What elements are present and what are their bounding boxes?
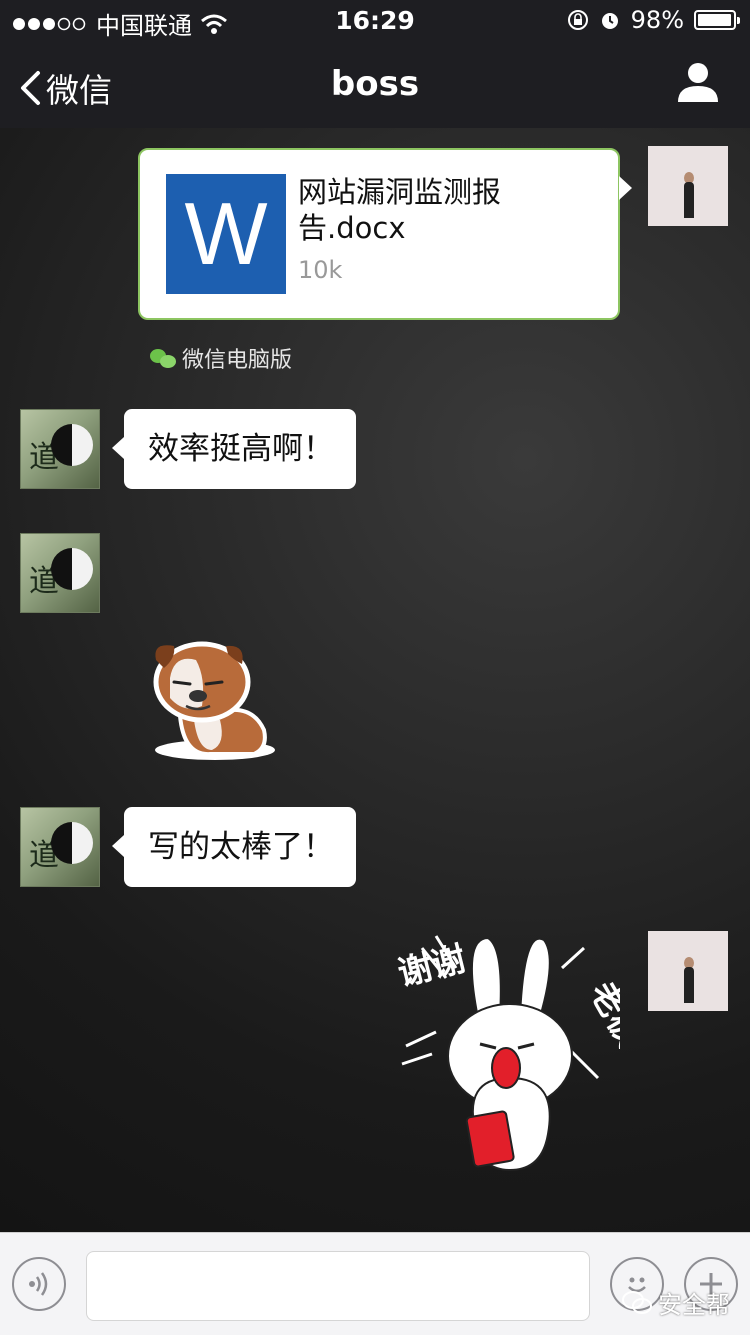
nav-bar: 微信 boss [0, 44, 750, 128]
word-document-icon: W [166, 174, 286, 294]
yin-yang-icon [51, 548, 93, 590]
chat-title: boss [330, 64, 420, 104]
input-bar: 安全帮 [0, 1232, 750, 1335]
boss-avatar[interactable]: 道 [20, 807, 100, 887]
message-input[interactable] [86, 1251, 590, 1321]
orientation-lock-icon [567, 10, 588, 30]
wechat-icon [622, 1290, 652, 1314]
voice-button[interactable] [12, 1257, 66, 1311]
source-label: 微信电脑版 [182, 348, 293, 373]
wechat-icon [150, 347, 176, 369]
top-header: 中国联通 16:29 98% 微信 boss [0, 0, 750, 128]
person-icon[interactable] [676, 60, 720, 104]
status-bar: 中国联通 16:29 98% [0, 0, 750, 40]
rabbit-thanks-boss-sticker[interactable]: 谢谢 老板 [392, 928, 620, 1173]
watermark-text: 安全帮 [658, 1291, 730, 1319]
incoming-text-bubble[interactable]: 效率挺高啊！ [112, 409, 356, 489]
chat-area[interactable]: W 网站漏洞监测报告.docx 10k 微信电脑版 道 效率挺高啊！ 道 道 写… [0, 128, 750, 1232]
my-avatar[interactable] [648, 146, 728, 226]
status-right: 98% [567, 6, 740, 34]
boss-avatar[interactable]: 道 [20, 533, 100, 613]
file-name: 网站漏洞监测报告.docx [298, 175, 502, 245]
sticker-text-left: 谢谢 [394, 939, 470, 994]
avatar-figure-body [684, 967, 694, 1003]
my-avatar[interactable] [648, 931, 728, 1011]
voice-icon [29, 1272, 48, 1296]
battery-icon [694, 10, 740, 30]
boss-avatar[interactable]: 道 [20, 409, 100, 489]
yin-yang-icon [51, 424, 93, 466]
watermark: 安全帮 [622, 1285, 730, 1320]
alarm-icon [601, 13, 618, 29]
battery-percent: 98% [630, 6, 684, 34]
message-source: 微信电脑版 [150, 342, 292, 374]
avatar-figure-body [684, 182, 694, 218]
bulldog-sticker[interactable] [150, 638, 280, 762]
battery-fill [698, 14, 732, 26]
yin-yang-icon [51, 822, 93, 864]
sticker-text-right: 老板 [582, 975, 620, 1054]
file-size: 10k [298, 256, 343, 284]
incoming-text-bubble[interactable]: 写的太棒了！ [112, 807, 356, 887]
file-message[interactable]: W 网站漏洞监测报告.docx 10k [138, 148, 632, 320]
